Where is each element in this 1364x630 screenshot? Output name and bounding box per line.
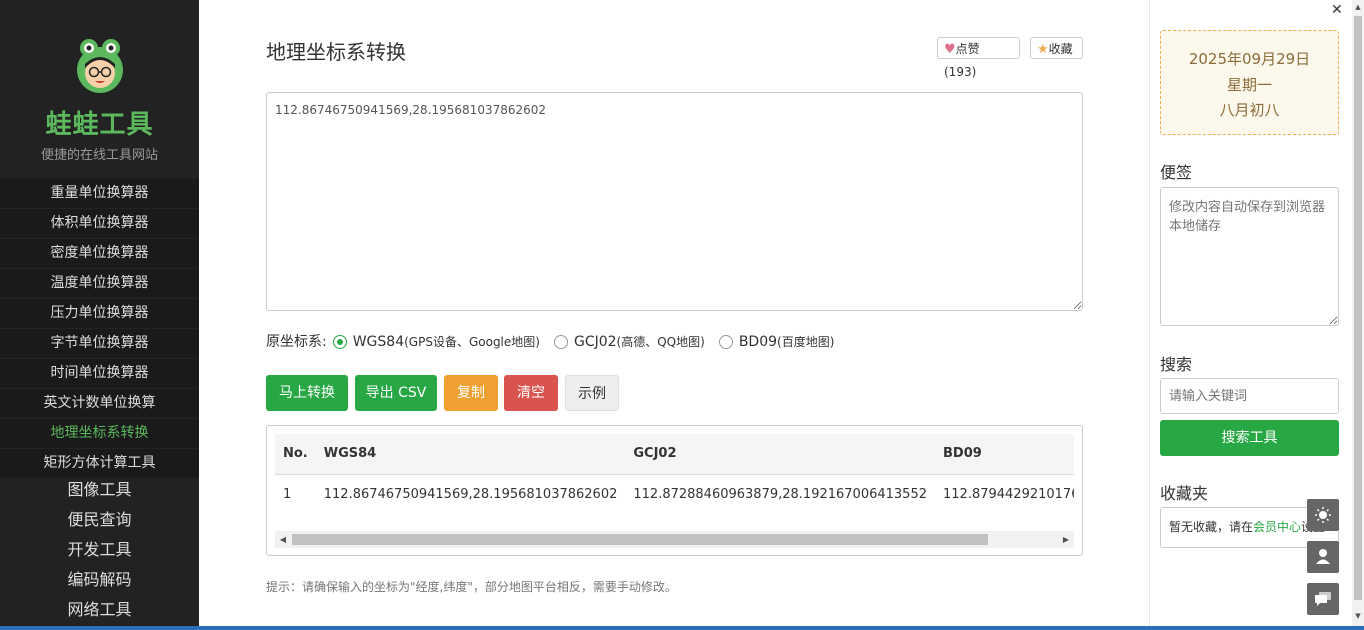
option-wgs84[interactable]: WGS84 (GPS设备、Google地图)	[332, 331, 540, 353]
result-table-container: No. WGS84 GCJ02 BD09 1 112.8674675094156…	[275, 434, 1074, 530]
logo-frog-icon[interactable]	[74, 38, 126, 94]
menu-item-encode-decode[interactable]: 编码解码	[0, 565, 199, 595]
option-wgs84-note: (GPS设备、Google地图)	[404, 335, 540, 349]
option-gcj02-note: (高德、QQ地图)	[616, 335, 705, 349]
submenu-item-pressure[interactable]: 压力单位换算器	[0, 299, 199, 329]
scroll-down-icon[interactable]: ▼	[1352, 609, 1364, 623]
option-bd09[interactable]: BD09 (百度地图)	[718, 331, 835, 353]
option-wgs84-name: WGS84	[352, 334, 405, 350]
clear-button[interactable]: 清空	[504, 375, 558, 411]
option-bd09-note: (百度地图)	[777, 335, 835, 349]
search-input[interactable]	[1160, 378, 1339, 414]
brand-name[interactable]: 蛙蛙工具	[0, 104, 199, 141]
favorite-button[interactable]: ★收藏	[1030, 37, 1083, 59]
header-no: No.	[275, 434, 316, 475]
note-title: 便签	[1160, 163, 1193, 182]
menu-item-convenience[interactable]: 便民查询	[0, 505, 199, 535]
page-vertical-scrollbar[interactable]: ▲ ▼	[1352, 0, 1364, 630]
menu-item-dev-tools[interactable]: 开发工具	[0, 535, 199, 565]
user-button[interactable]	[1307, 541, 1339, 573]
submenu-item-geo-coordinate[interactable]: 地理坐标系转换	[0, 419, 199, 449]
table-horizontal-scrollbar[interactable]: ◀ ▶	[275, 531, 1074, 548]
user-icon	[1316, 549, 1330, 564]
main-menu: 图像工具 便民查询 开发工具 编码解码 网络工具	[0, 475, 199, 625]
export-csv-button[interactable]: 导出 CSV	[355, 375, 437, 411]
cell-wgs84: 112.86746750941569,28.195681037862602	[323, 487, 618, 502]
radio-wgs84[interactable]	[332, 335, 347, 349]
lunar-date-text: 八月初八	[1219, 101, 1280, 119]
menu-item-image-tools[interactable]: 图像工具	[0, 475, 199, 505]
source-system-label: 原坐标系:	[266, 334, 327, 350]
date-card: 2025年09月29日 星期一 八月初八	[1160, 30, 1339, 135]
header-bd09: BD09	[935, 434, 1074, 475]
submenu-item-time[interactable]: 时间单位换算器	[0, 359, 199, 389]
cell-gcj02: 112.87288460963879,28.192167006413552	[633, 487, 927, 502]
coordinates-input[interactable]	[266, 92, 1083, 311]
theme-icon	[1315, 507, 1331, 523]
tool-submenu: 重量单位换算器 体积单位换算器 密度单位换算器 温度单位换算器 压力单位换算器 …	[0, 179, 199, 479]
favorite-label: 收藏	[1048, 42, 1073, 56]
star-icon: ★	[1037, 42, 1049, 57]
example-button[interactable]: 示例	[565, 375, 619, 411]
submenu-item-byte[interactable]: 字节单位换算器	[0, 329, 199, 359]
header-wgs84: WGS84	[315, 434, 626, 475]
chat-icon	[1315, 592, 1331, 606]
weekday-text: 星期一	[1226, 75, 1272, 94]
option-bd09-name: BD09	[738, 334, 778, 350]
sidebar: 蛙蛙工具 便捷的在线工具网站 重量单位换算器 体积单位换算器 密度单位换算器 温…	[0, 0, 199, 630]
search-tools-button[interactable]: 搜索工具	[1160, 420, 1339, 456]
submenu-item-english-count[interactable]: 英文计数单位换算	[0, 389, 199, 419]
scroll-left-icon[interactable]: ◀	[275, 531, 291, 548]
scroll-right-icon[interactable]: ▶	[1058, 531, 1074, 548]
option-gcj02[interactable]: GCJ02 (高德、QQ地图)	[553, 331, 705, 353]
favorites-empty-text: 暂无收藏，请在	[1169, 520, 1254, 534]
scrollbar-thumb[interactable]	[292, 534, 988, 545]
theme-toggle-button[interactable]	[1307, 499, 1339, 531]
source-system-selector: 原坐标系: WGS84 (GPS设备、Google地图) GCJ02 (高德、QQ地…	[266, 331, 848, 353]
submenu-item-temperature[interactable]: 温度单位换算器	[0, 269, 199, 299]
like-label: 点赞	[955, 42, 980, 56]
table-header-row: No. WGS84 GCJ02 BD09	[275, 434, 1074, 475]
convert-button[interactable]: 马上转换	[266, 375, 348, 411]
input-tip: 提示：请确保输入的坐标为"经度,纬度"，部分地图平台相反，需要手动修改。	[266, 580, 677, 594]
brand-slogan: 便捷的在线工具网站	[40, 148, 158, 163]
close-icon[interactable]: ✕	[1331, 2, 1343, 18]
result-table: No. WGS84 GCJ02 BD09 1 112.8674675094156…	[275, 434, 1074, 515]
favorites-title: 收藏夹	[1160, 484, 1209, 503]
submenu-item-density[interactable]: 密度单位换算器	[0, 239, 199, 269]
page-title: 地理坐标系转换	[266, 40, 406, 64]
table-row: 1 112.86746750941569,28.195681037862602 …	[275, 474, 1074, 515]
chat-button[interactable]	[1307, 583, 1339, 615]
menu-item-network-tools[interactable]: 网络工具	[0, 595, 199, 625]
os-taskbar-edge	[0, 626, 1364, 630]
scroll-up-icon[interactable]: ▲	[1352, 0, 1364, 14]
submenu-item-weight[interactable]: 重量单位换算器	[0, 179, 199, 209]
panel-divider	[1149, 0, 1150, 630]
cell-no: 1	[283, 487, 292, 502]
header-gcj02: GCJ02	[625, 434, 935, 475]
submenu-item-volume[interactable]: 体积单位换算器	[0, 209, 199, 239]
copy-button[interactable]: 复制	[444, 375, 498, 411]
date-text: 2025年09月29日	[1188, 50, 1311, 68]
radio-bd09[interactable]	[718, 335, 733, 349]
result-panel: No. WGS84 GCJ02 BD09 1 112.8674675094156…	[266, 425, 1083, 556]
like-count: (193)	[944, 65, 977, 79]
cell-bd09: 112.87944292101768,28.19790	[943, 487, 1074, 502]
option-gcj02-name: GCJ02	[573, 334, 617, 350]
search-title: 搜索	[1160, 355, 1193, 374]
like-button[interactable]: ♥点赞 (193)	[937, 37, 1020, 79]
radio-gcj02[interactable]	[553, 335, 568, 349]
member-center-link[interactable]: 会员中心	[1253, 520, 1301, 534]
note-textarea[interactable]	[1160, 187, 1339, 326]
heart-icon: ♥	[944, 42, 956, 57]
page-scrollbar-thumb[interactable]	[1354, 16, 1362, 600]
